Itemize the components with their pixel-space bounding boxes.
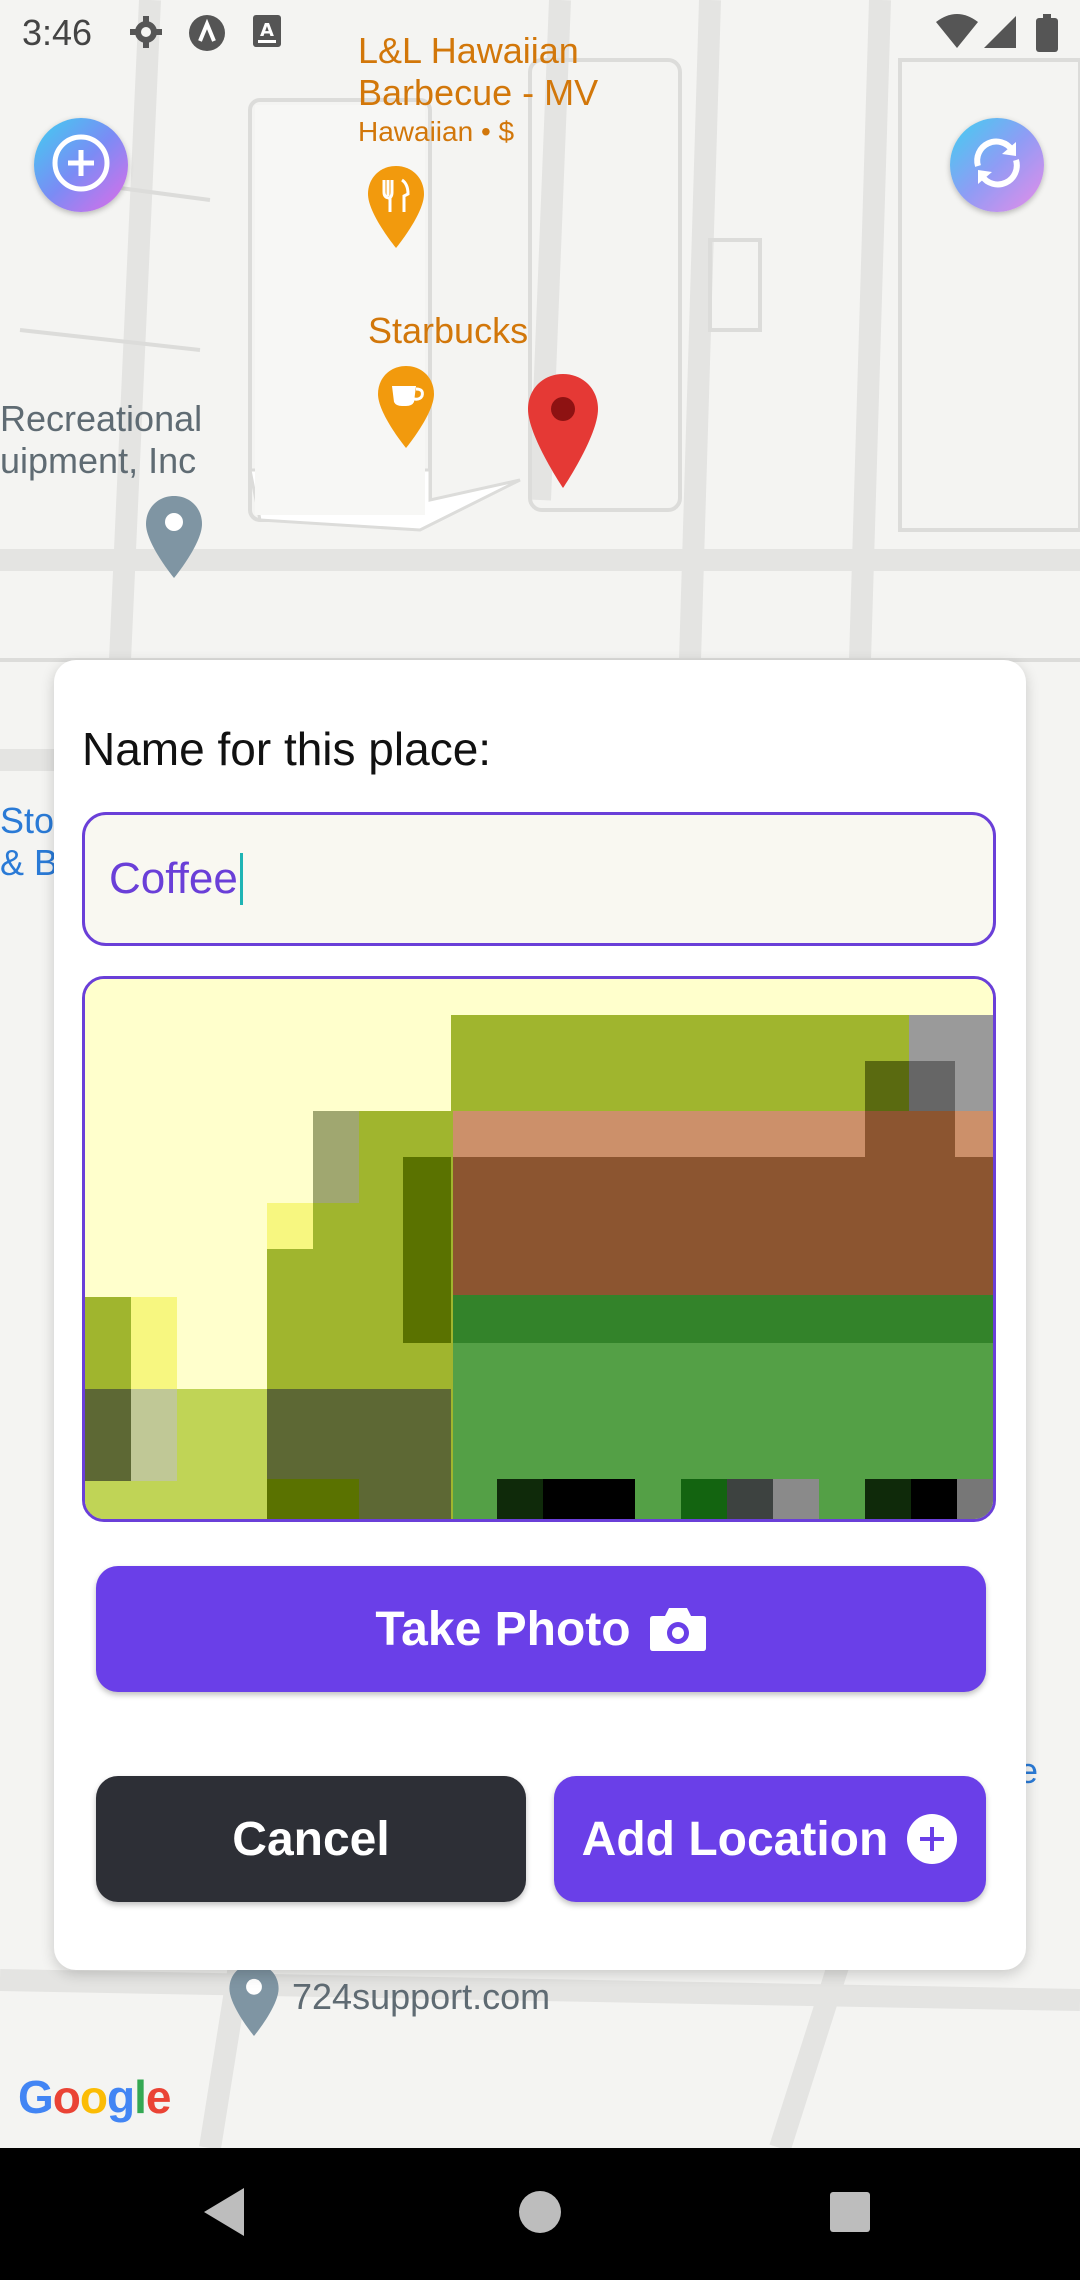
dialog-title: Name for this place: — [82, 723, 492, 775]
home-icon[interactable] — [516, 2184, 564, 2245]
poi-label-recreational[interactable]: Recreational uipment, Inc — [0, 398, 202, 483]
recents-icon[interactable] — [826, 2184, 874, 2245]
status-time: 3:46 — [22, 12, 93, 53]
place-icon[interactable] — [226, 1964, 282, 2041]
wifi-icon — [936, 14, 978, 55]
refresh-icon — [966, 132, 1028, 199]
a-circle-icon — [188, 14, 226, 57]
plus-circle-icon — [906, 1813, 958, 1865]
add-location-label: Add Location — [581, 1812, 889, 1866]
restaurant-icon[interactable] — [368, 166, 424, 253]
place-icon[interactable] — [146, 496, 202, 583]
camera-icon — [649, 1606, 707, 1652]
add-location-fab[interactable] — [34, 118, 128, 212]
battery-icon — [1036, 14, 1058, 57]
cancel-label: Cancel — [232, 1812, 390, 1866]
svg-text:A: A — [260, 20, 274, 41]
a-square-icon: A — [252, 14, 282, 53]
take-photo-button[interactable]: Take Photo — [96, 1566, 986, 1692]
place-name-input[interactable]: Coffee — [82, 812, 996, 946]
add-place-dialog: Name for this place: Coffee Take Photo C… — [54, 660, 1026, 1970]
add-location-button[interactable]: Add Location — [554, 1776, 986, 1902]
signal-icon — [982, 14, 1018, 55]
place-name-value: Coffee — [109, 854, 238, 903]
status-bar: 3:46 A — [0, 0, 1080, 66]
poi-label-starbucks[interactable]: Starbucks — [368, 310, 528, 352]
refresh-fab[interactable] — [950, 118, 1044, 212]
selected-location-pin[interactable] — [528, 374, 598, 493]
cancel-button[interactable]: Cancel — [96, 1776, 526, 1902]
photo-image — [85, 979, 993, 1519]
photo-preview — [82, 976, 996, 1522]
gear-icon — [128, 14, 164, 55]
take-photo-label: Take Photo — [375, 1602, 631, 1656]
back-icon[interactable] — [200, 2184, 250, 2245]
google-logo: Google — [18, 2071, 171, 2123]
add-location-icon — [50, 132, 112, 199]
text-caret — [239, 853, 243, 905]
poi-label-724support[interactable]: 724support.com — [292, 1976, 550, 2018]
navigation-bar — [0, 2148, 1080, 2280]
coffee-icon[interactable] — [378, 366, 434, 453]
